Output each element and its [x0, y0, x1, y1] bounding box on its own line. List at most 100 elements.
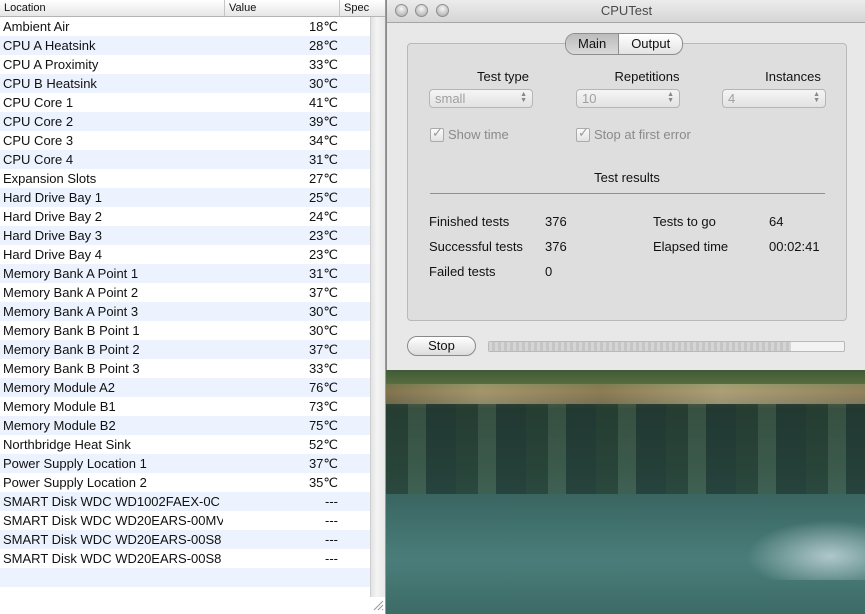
tab-bar: Main Output: [565, 33, 684, 55]
tab-main[interactable]: Main: [566, 34, 620, 54]
stop-at-first-error-checkbox[interactable]: Stop at first error: [576, 125, 691, 142]
table-row[interactable]: Hard Drive Bay 1 25℃: [0, 188, 370, 207]
table-row[interactable]: Memory Bank B Point 1 30℃: [0, 321, 370, 340]
table-row[interactable]: Memory Bank A Point 2 37℃: [0, 283, 370, 302]
table-row[interactable]: Hard Drive Bay 3 23℃: [0, 226, 370, 245]
table-row[interactable]: CPU Core 1 41℃: [0, 93, 370, 112]
table-row[interactable]: CPU Core 3 34℃: [0, 131, 370, 150]
table-row[interactable]: CPU Core 4 31℃: [0, 150, 370, 169]
sensor-value: 39℃: [308, 114, 338, 129]
minimize-window-icon[interactable]: [415, 4, 428, 17]
table-row[interactable]: Memory Module A2 76℃: [0, 378, 370, 397]
main-tab-panel: Test type Repetitions Instances small ▲ ▼…: [407, 43, 847, 321]
resize-grip-icon[interactable]: [370, 597, 384, 611]
table-row[interactable]: Hard Drive Bay 2 24℃: [0, 207, 370, 226]
table-row[interactable]: Power Supply Location 1 37℃: [0, 454, 370, 473]
table-row-empty: [0, 568, 370, 587]
progress-fill: [489, 342, 791, 351]
sensor-value: 75℃: [308, 418, 338, 433]
tab-output[interactable]: Output: [619, 34, 682, 54]
table-row[interactable]: Ambient Air 18℃: [0, 17, 370, 36]
table-row[interactable]: SMART Disk WDC WD20EARS-00MV ---: [0, 511, 370, 530]
stop-button[interactable]: Stop: [407, 336, 476, 356]
table-row[interactable]: CPU B Heatsink 30℃: [0, 74, 370, 93]
stepper-arrows-icon: ▲ ▼: [813, 91, 820, 104]
table-row[interactable]: Memory Module B2 75℃: [0, 416, 370, 435]
column-header-location[interactable]: Location: [0, 0, 225, 16]
show-time-label: Show time: [448, 127, 509, 142]
sensor-location: Memory Bank A Point 2: [3, 285, 139, 300]
repetitions-value: 10: [582, 91, 597, 106]
table-row[interactable]: SMART Disk WDC WD20EARS-00S8 ---: [0, 549, 370, 568]
repetitions-select[interactable]: 10 ▲ ▼: [576, 89, 680, 108]
table-row[interactable]: SMART Disk WDC WD20EARS-00S8 ---: [0, 530, 370, 549]
zoom-window-icon[interactable]: [436, 4, 449, 17]
table-row[interactable]: Memory Bank A Point 1 31℃: [0, 264, 370, 283]
sensor-location: Expansion Slots: [3, 171, 97, 186]
table-row[interactable]: Hard Drive Bay 4 23℃: [0, 245, 370, 264]
table-row[interactable]: CPU A Heatsink 28℃: [0, 36, 370, 55]
sensor-location: Memory Bank A Point 1: [3, 266, 139, 281]
sensor-table: Location Value Spec Ambient Air 18℃ CPU A …: [0, 0, 386, 614]
checkmark-icon: [430, 125, 444, 142]
sensor-location: SMART Disk WDC WD1002FAEX-0C: [3, 494, 220, 509]
wallpaper-reflection: [386, 404, 865, 494]
stepper-arrows-icon: ▲ ▼: [520, 91, 527, 104]
sensor-location: Ambient Air: [3, 19, 70, 34]
window-titlebar[interactable]: CPUTest: [387, 0, 865, 23]
sensor-value: 18℃: [308, 19, 338, 34]
sensor-value: 27℃: [308, 171, 338, 186]
sensor-location: Hard Drive Bay 3: [3, 228, 102, 243]
table-row[interactable]: Memory Bank B Point 3 33℃: [0, 359, 370, 378]
sensor-value: 31℃: [308, 152, 338, 167]
close-window-icon[interactable]: [395, 4, 408, 17]
stepper-arrows-icon: ▲ ▼: [667, 91, 674, 104]
tests-to-go-label: Tests to go: [653, 214, 716, 229]
sensor-value: ---: [325, 532, 338, 547]
sensor-value: 30℃: [308, 304, 338, 319]
sensor-value: 41℃: [308, 95, 338, 110]
sensor-value: 34℃: [308, 133, 338, 148]
cputest-window: CPUTest Main Output Test type Repetition…: [386, 0, 865, 370]
instances-label: Instances: [765, 69, 821, 84]
test-progress-bar: [488, 341, 845, 352]
sensor-value: 33℃: [308, 361, 338, 376]
instances-select[interactable]: 4 ▲ ▼: [722, 89, 826, 108]
sensor-value: 37℃: [308, 456, 338, 471]
vertical-scrollbar[interactable]: [370, 17, 385, 597]
test-results-heading: Test results: [594, 170, 660, 185]
sensor-location: SMART Disk WDC WD20EARS-00S8: [3, 551, 222, 566]
sensor-location: Hard Drive Bay 1: [3, 190, 102, 205]
table-header: Location Value Spec: [0, 0, 385, 17]
sensor-value: 28℃: [308, 38, 338, 53]
sensor-location: Memory Module B1: [3, 399, 116, 414]
table-row[interactable]: Memory Bank A Point 3 30℃: [0, 302, 370, 321]
table-row[interactable]: Memory Bank B Point 2 37℃: [0, 340, 370, 359]
sensor-value: 30℃: [308, 76, 338, 91]
table-row[interactable]: CPU A Proximity 33℃: [0, 55, 370, 74]
sensor-value: 52℃: [308, 437, 338, 452]
sensor-value: 24℃: [308, 209, 338, 224]
table-row[interactable]: Expansion Slots 27℃: [0, 169, 370, 188]
failed-tests-label: Failed tests: [429, 264, 496, 279]
sensor-value: 31℃: [308, 266, 338, 281]
table-row[interactable]: Memory Module B1 73℃: [0, 397, 370, 416]
table-row[interactable]: CPU Core 2 39℃: [0, 112, 370, 131]
show-time-checkbox[interactable]: Show time: [430, 125, 509, 142]
sensor-value: 33℃: [308, 57, 338, 72]
table-row[interactable]: SMART Disk WDC WD1002FAEX-0C ---: [0, 492, 370, 511]
sensor-location: Memory Module B2: [3, 418, 116, 433]
elapsed-time-label: Elapsed time: [653, 239, 729, 254]
window-title: CPUTest: [600, 3, 653, 18]
table-row[interactable]: Power Supply Location 2 35℃: [0, 473, 370, 492]
column-header-spec[interactable]: Spec: [340, 0, 370, 16]
table-row[interactable]: Northbridge Heat Sink 52℃: [0, 435, 370, 454]
sensor-location: Northbridge Heat Sink: [3, 437, 131, 452]
sensor-location: CPU A Heatsink: [3, 38, 96, 53]
sensor-value: 23℃: [308, 228, 338, 243]
column-header-value[interactable]: Value: [225, 0, 340, 16]
finished-tests-label: Finished tests: [429, 214, 510, 229]
sensor-value: ---: [325, 551, 338, 566]
test-type-label: Test type: [476, 69, 530, 84]
test-type-select[interactable]: small ▲ ▼: [429, 89, 533, 108]
